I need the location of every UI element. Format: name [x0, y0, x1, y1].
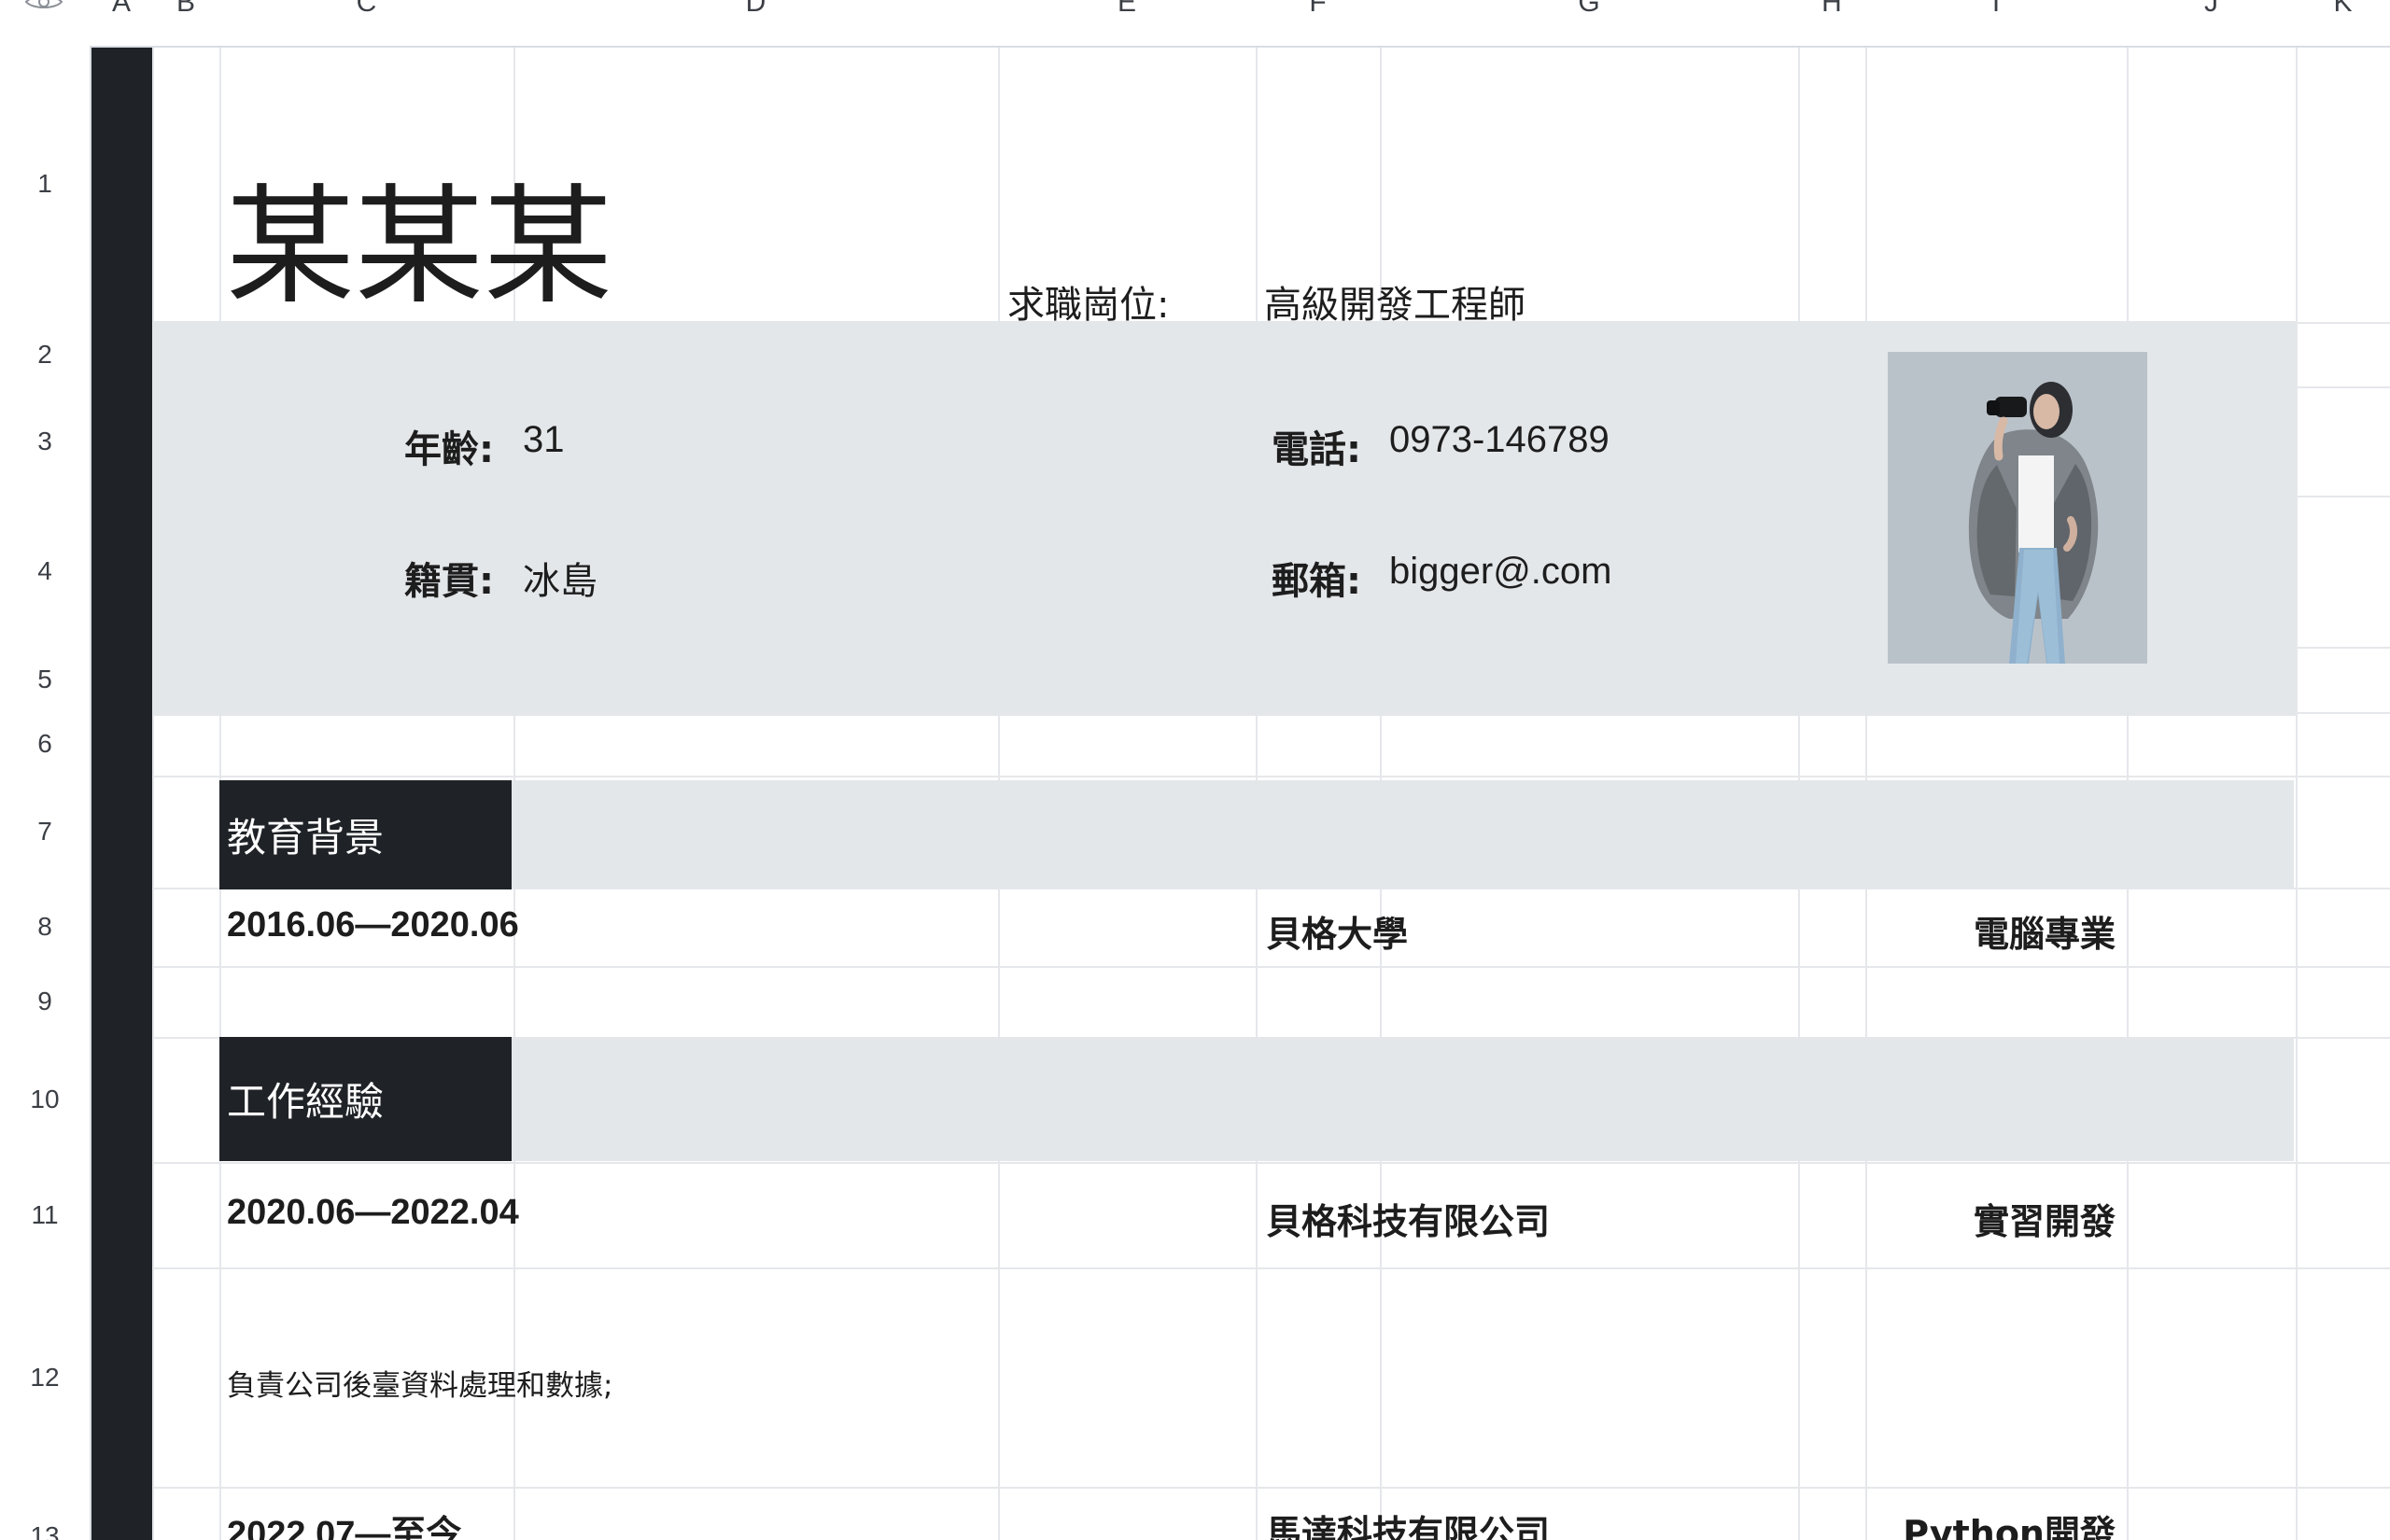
education-period[interactable]: 2016.06—2020.06 [227, 905, 519, 945]
row-header-4[interactable]: 4 [0, 496, 90, 647]
gridline [0, 966, 2390, 968]
gridline [0, 1162, 2390, 1164]
work-period-2[interactable]: 2022.07—至今 [227, 1505, 461, 1540]
row-header-12[interactable]: 12 [0, 1267, 90, 1487]
column-header-row: A B C D E F G H I J K [0, 0, 2390, 48]
eye-icon[interactable] [24, 0, 63, 13]
column-header-e[interactable]: E [998, 0, 1256, 25]
work-section-band [219, 1037, 2294, 1161]
email-value[interactable]: bigger@.com [1389, 551, 1611, 593]
column-header-j[interactable]: J [2127, 0, 2296, 25]
person-image [1888, 352, 2147, 664]
column-header-d[interactable]: D [513, 0, 998, 25]
column-header-h[interactable]: H [1798, 0, 1865, 25]
origin-label[interactable]: 籍貫: [404, 551, 494, 605]
row-header-6[interactable]: 6 [0, 712, 90, 776]
column-header-c[interactable]: C [219, 0, 513, 25]
row-header-5[interactable]: 5 [0, 647, 90, 712]
work-section-title: 工作經驗 [219, 1037, 512, 1161]
work-period-1[interactable]: 2020.06—2022.04 [227, 1193, 519, 1233]
row-header-13[interactable]: 13 [0, 1487, 90, 1540]
gridline [152, 46, 154, 1540]
education-section-band [219, 780, 2294, 889]
resume-name[interactable]: 某某某 [226, 183, 612, 312]
gridline [0, 776, 2390, 777]
email-label[interactable]: 郵箱: [1272, 551, 1361, 605]
row-header-1[interactable]: 1 [0, 46, 90, 322]
job-target-label[interactable]: 求職崗位: [1007, 274, 1169, 329]
age-value[interactable]: 31 [523, 419, 565, 461]
column-header-f[interactable]: F [1256, 0, 1380, 25]
row-header-11[interactable]: 11 [0, 1162, 90, 1267]
row-header-8[interactable]: 8 [0, 888, 90, 966]
origin-value[interactable]: 冰島 [523, 551, 598, 605]
column-header-k[interactable]: K [2296, 0, 2390, 25]
phone-value[interactable]: 0973-146789 [1389, 419, 1610, 461]
work-role-1[interactable]: 實習開發 [1860, 1193, 2116, 1244]
gridline [0, 1267, 2390, 1269]
column-header-a[interactable]: A [91, 0, 152, 25]
row-header-3[interactable]: 3 [0, 386, 90, 496]
column-header-i[interactable]: I [1865, 0, 2127, 25]
education-school[interactable]: 貝格大學 [1266, 905, 1408, 957]
work-role-2[interactable]: Python開發 [1860, 1505, 2116, 1540]
phone-label[interactable]: 電話: [1272, 419, 1361, 473]
work-company-2[interactable]: 馬達科技有限公司 [1266, 1505, 1550, 1540]
column-header-b[interactable]: B [152, 0, 219, 25]
column-header-g[interactable]: G [1380, 0, 1798, 25]
job-target-value[interactable]: 高級開發工程師 [1264, 274, 1525, 329]
education-major[interactable]: 電腦專業 [1860, 905, 2116, 957]
gridline [2296, 46, 2298, 1540]
row-header-10[interactable]: 10 [0, 1037, 90, 1162]
row-header-column: 1 2 3 4 5 6 7 8 9 10 11 12 13 [0, 46, 91, 1540]
profile-photo[interactable] [1888, 352, 2147, 664]
education-section-title: 教育背景 [219, 780, 512, 889]
work-company-1[interactable]: 貝格科技有限公司 [1266, 1193, 1550, 1244]
spreadsheet-sheet: A B C D E F G H I J K 1 2 3 4 5 6 7 8 9 … [0, 0, 2390, 1540]
row-header-9[interactable]: 9 [0, 966, 90, 1037]
gridline [0, 1487, 2390, 1489]
row-header-2[interactable]: 2 [0, 322, 90, 386]
left-accent-strip [91, 46, 152, 1540]
work-description-1[interactable]: 負責公司後臺資料處理和數據; [227, 1362, 612, 1404]
row-header-7[interactable]: 7 [0, 776, 90, 888]
age-label[interactable]: 年齡: [404, 419, 494, 473]
